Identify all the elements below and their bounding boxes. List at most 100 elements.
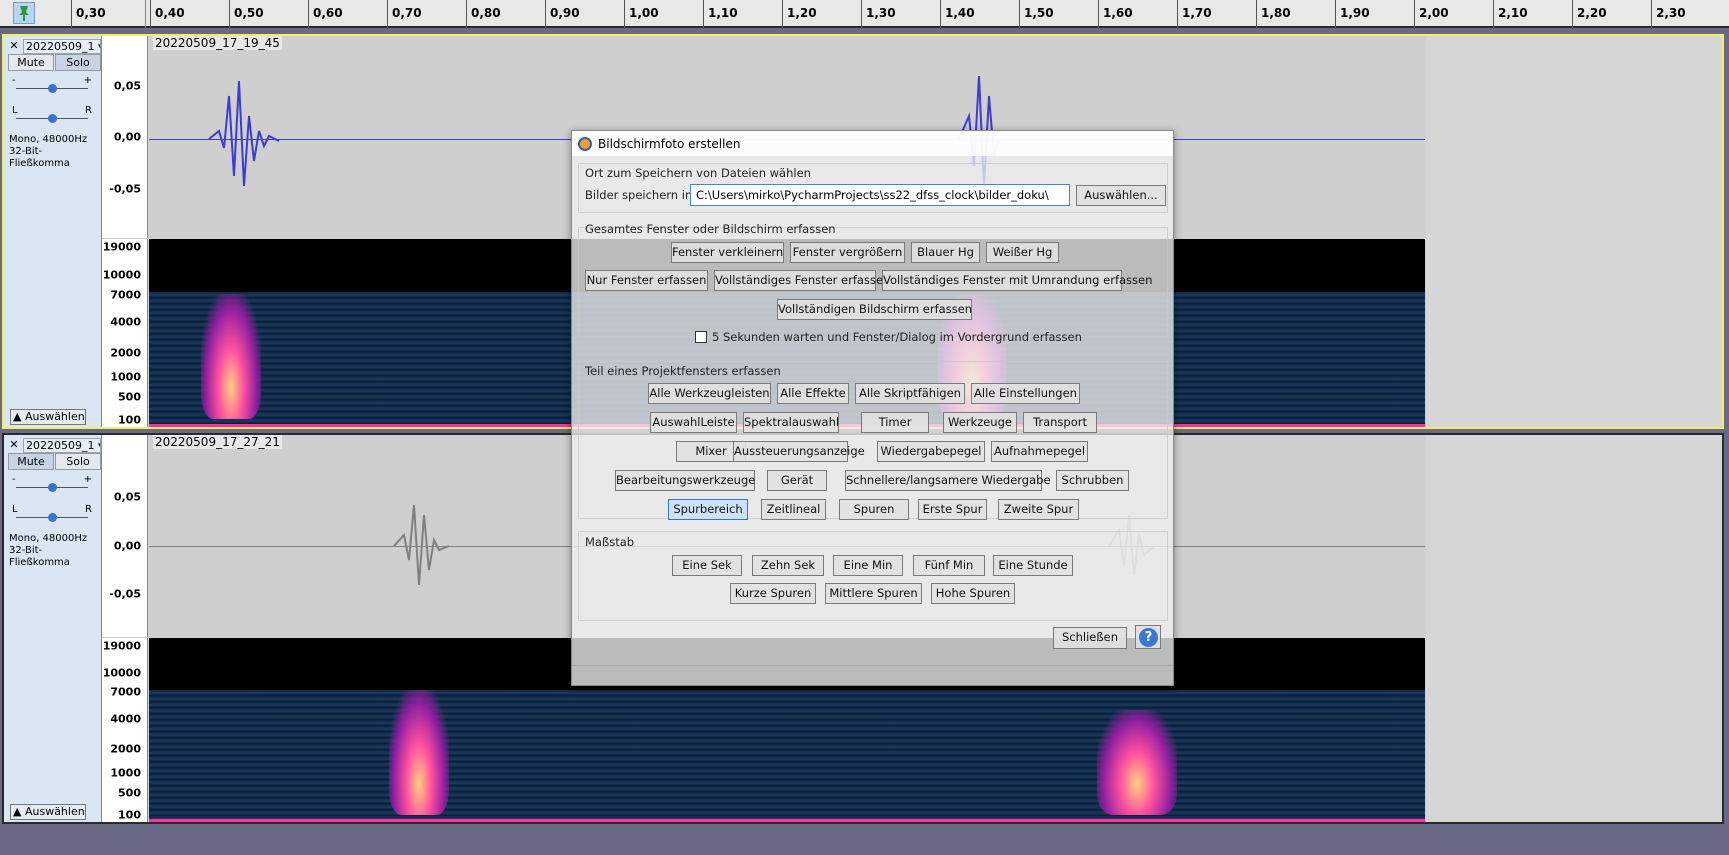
gain-knob[interactable] [48,483,57,492]
gain-knob[interactable] [48,84,57,93]
gain-slider[interactable]: - + [12,75,92,98]
audacity-window: 0,30 0,40 0,50 0,60 0,70 0,80 0,90 1,00 … [0,0,1729,855]
pan-slider[interactable]: LR [12,105,92,128]
full-window-frame-button[interactable]: Vollständiges Fenster mit Umrandung erfa… [882,270,1152,291]
meter-button[interactable]: Aussteuerungsanzeige [733,441,865,462]
pan-knob[interactable] [48,513,57,522]
scale-label: 1000 [110,766,141,780]
device-button[interactable]: Gerät [767,470,827,491]
track-samplerate: Mono, 48000Hz [9,533,88,544]
scale-label: 500 [118,390,141,404]
one-hour-button[interactable]: Eine Stunde [993,555,1073,576]
save-path-input[interactable]: C:\Users\mirko\PycharmProjects\ss22_dfss… [690,184,1070,206]
track-name: 20220509_1 [26,39,95,53]
five-min-button[interactable]: Fünf Min [913,555,985,576]
scale-label: 2000 [110,742,141,756]
screenshot-dialog: Bildschirmfoto erstellen Ort zum Speiche… [571,130,1174,686]
track-name-menu[interactable]: 20220509_1 ▾ [23,437,101,453]
track-bitdepth: 32-Bit-Fließkomma [9,146,70,169]
scale-label: 0,00 [113,130,141,144]
tracks-button[interactable]: Spuren [839,499,909,520]
edit-tools-button[interactable]: Bearbeitungswerkzeuge [615,470,755,491]
pin-icon[interactable] [13,2,35,24]
first-track-button[interactable]: Erste Spur [918,499,987,520]
empty-track-area[interactable] [1426,36,1722,427]
scale-label: 19000 [102,240,141,254]
select-track-button[interactable]: ▲ Auswählen [10,409,86,425]
blue-bg-button[interactable]: Blauer Hg [911,242,980,263]
all-preferences-button[interactable]: Alle Einstellungen [971,383,1080,404]
ruler-tick: 2,20 [1572,0,1607,28]
gain-slider[interactable]: - + [12,474,92,497]
all-toolbars-button[interactable]: Alle Werkzeugleisten [648,383,771,404]
track-samplerate: Mono, 48000Hz [9,134,88,145]
waveform-scale: 0,05 0,00 -0,05 [102,36,148,238]
delay-label: 5 Sekunden warten und Fenster/Dialog im … [712,330,1082,344]
scale-label: 0,05 [113,79,141,93]
ruler-tick: 1,20 [782,0,817,28]
timer-button[interactable]: Timer [861,412,929,433]
track-name-menu[interactable]: 20220509_1 ▾ [23,38,101,54]
scale-label: -0,05 [109,182,141,196]
full-window-button[interactable]: Vollständiges Fenster erfassen [714,270,890,291]
help-button[interactable]: ? [1135,625,1161,649]
transport-button[interactable]: Transport [1023,412,1097,433]
close-track-icon[interactable]: ✕ [7,39,21,53]
track-panel-button[interactable]: Spurbereich [668,499,748,520]
mute-button[interactable]: Mute [8,54,54,71]
solo-button[interactable]: Solo [55,54,101,71]
mute-button[interactable]: Mute [8,453,54,470]
browse-button[interactable]: Auswählen... [1076,185,1166,206]
tools-button[interactable]: Werkzeuge [943,412,1017,433]
ruler-tick: 2,30 [1651,0,1686,28]
shrink-window-button[interactable]: Fenster verkleinern [671,242,784,263]
scale-label: 7000 [110,288,141,302]
scale-label: 19000 [102,639,141,653]
scale-label: 0,00 [113,539,141,553]
play-meter-button[interactable]: Wiedergabepegel [877,441,985,462]
scrub-button[interactable]: Schrubben [1056,470,1129,491]
grow-window-button[interactable]: Fenster vergrößern [790,242,905,263]
timeline-ruler[interactable]: 0,30 0,40 0,50 0,60 0,70 0,80 0,90 1,00 … [0,0,1729,28]
ruler-tick: 2,00 [1414,0,1449,28]
save-path-label: Bilder speichern in: [585,188,697,202]
track-control-panel: ✕ 20220509_1 ▾ Mute Solo -+ LR Mono, 480… [4,435,102,822]
pan-right-label: R [85,504,92,515]
scale-label: -0,05 [109,587,141,601]
second-track-button[interactable]: Zweite Spur [998,499,1079,520]
select-track-button[interactable]: ▲ Auswählen [10,804,86,820]
solo-button[interactable]: Solo [55,453,101,470]
ruler-tick: 1,90 [1335,0,1370,28]
short-tracks-button[interactable]: Kurze Spuren [730,583,816,604]
spectral-selection-button[interactable]: Spektralauswahl [743,412,839,433]
ten-sec-button[interactable]: Zehn Sek [752,555,824,576]
close-button[interactable]: Schließen [1053,627,1127,649]
all-effects-button[interactable]: Alle Effekte [777,383,849,404]
ruler-tick: 1,10 [703,0,738,28]
pan-slider[interactable]: LR [12,504,92,527]
scale-label: 4000 [110,712,141,726]
full-screen-button[interactable]: Vollständigen Bildschirm erfassen [777,299,972,320]
play-at-speed-button[interactable]: Schnellere/langsamere Wiedergabe [845,470,1051,491]
one-min-button[interactable]: Eine Min [833,555,903,576]
one-sec-button[interactable]: Eine Sek [672,555,742,576]
ruler-button[interactable]: Zeitlineal [761,499,826,520]
save-location-heading: Ort zum Speichern von Dateien wählen [585,166,811,180]
all-scriptables-button[interactable]: Alle Skriptfähigen [855,383,965,404]
pan-right-label: R [85,105,92,116]
scale-label: 10000 [102,666,141,680]
dialog-title: Bildschirmfoto erstellen [598,136,741,151]
gain-min-label: - [12,75,16,86]
white-bg-button[interactable]: Weißer Hg [986,242,1059,263]
empty-track-area[interactable] [1426,435,1722,822]
dialog-titlebar[interactable]: Bildschirmfoto erstellen [572,131,1173,156]
tall-tracks-button[interactable]: Hohe Spuren [931,583,1015,604]
pan-knob[interactable] [48,114,57,123]
ruler-tick: 2,10 [1493,0,1528,28]
window-only-button[interactable]: Nur Fenster erfassen [585,270,708,291]
medium-tracks-button[interactable]: Mittlere Spuren [825,583,922,604]
selection-bar-button[interactable]: AuswahlLeiste [650,412,737,433]
delay-checkbox[interactable] [695,331,707,343]
close-track-icon[interactable]: ✕ [7,438,21,452]
record-meter-button[interactable]: Aufnahmepegel [991,441,1088,462]
